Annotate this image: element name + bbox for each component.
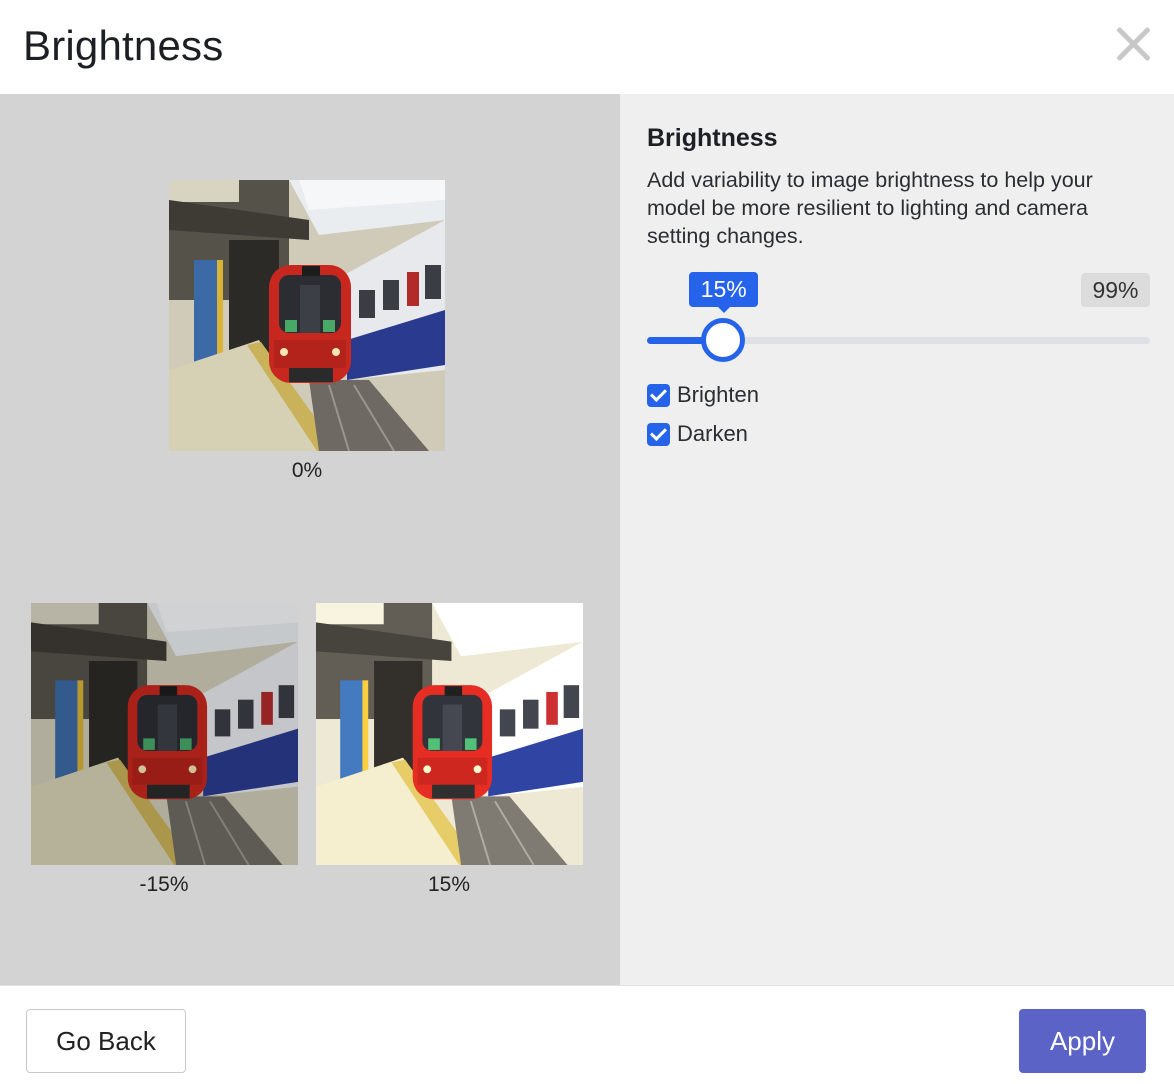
preview-image-original (169, 180, 445, 451)
preview-image-brighten (316, 603, 583, 865)
settings-description: Add variability to image brightness to h… (647, 168, 1093, 248)
slider-max-badge: 99% (1081, 273, 1150, 307)
brighten-checkbox[interactable] (647, 383, 670, 407)
slider-value-badge: 15% (689, 272, 759, 313)
preview-panel: 0% -15% 15% (0, 94, 620, 985)
go-back-button[interactable]: Go Back (26, 1009, 186, 1073)
slider-handle[interactable] (701, 318, 746, 362)
modal-header: Brightness (0, 0, 1174, 94)
darken-option[interactable]: Darken (647, 419, 748, 449)
brighten-label: Brighten (677, 382, 759, 407)
darken-checkbox[interactable] (647, 422, 670, 446)
brighten-option[interactable]: Brighten (647, 380, 759, 410)
darken-label: Darken (677, 421, 748, 446)
preview-label-brighten: 15% (427, 873, 471, 896)
preview-label-original: 0% (291, 459, 323, 482)
modal-footer: Go Back Apply (0, 985, 1174, 1084)
preview-image-darken (31, 603, 298, 865)
preview-label-darken: -15% (139, 873, 189, 896)
settings-panel: Brightness Add variability to image brig… (620, 94, 1174, 985)
close-icon[interactable] (1112, 24, 1154, 66)
apply-button[interactable]: Apply (1019, 1009, 1146, 1073)
settings-title: Brightness (647, 124, 778, 152)
modal-title: Brightness (23, 22, 224, 69)
